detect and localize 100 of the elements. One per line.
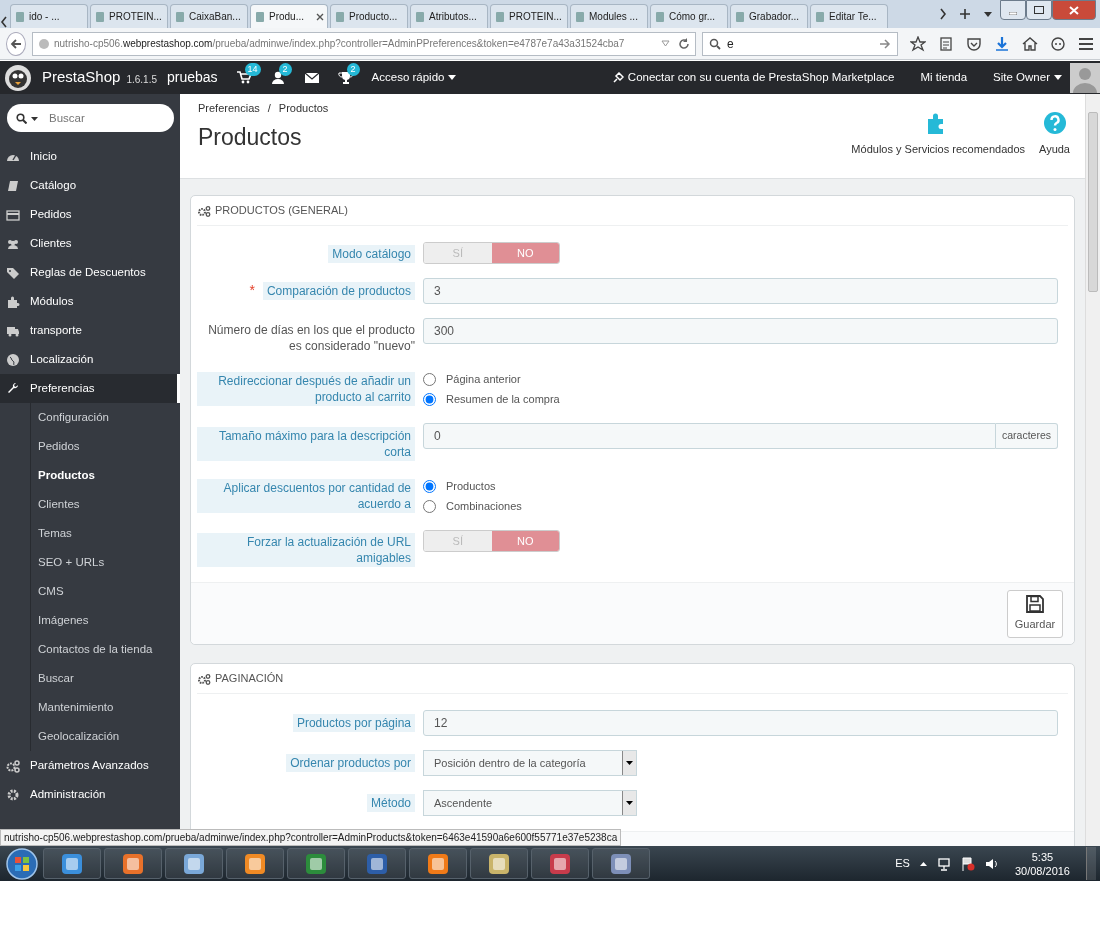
logo-icon[interactable] <box>4 63 32 92</box>
download-icon[interactable] <box>994 35 1010 52</box>
shop-link[interactable]: Mi tienda <box>920 68 968 87</box>
chevron-left-icon[interactable] <box>0 16 8 28</box>
text-field[interactable]: 300 <box>423 318 1058 344</box>
search-field[interactable]: Buscar <box>7 104 174 132</box>
start-button[interactable] <box>4 847 40 880</box>
radio-button[interactable] <box>423 372 436 386</box>
sidebar-item[interactable]: Catálogo <box>0 171 180 200</box>
toolbar-button[interactable]: Ayuda <box>1039 111 1070 178</box>
select-field[interactable]: Posición dentro de la categoría <box>423 750 637 776</box>
employee-menu[interactable]: Site Owner <box>993 68 1062 87</box>
network-icon[interactable] <box>936 856 951 871</box>
taskbar-app-button[interactable] <box>409 848 467 879</box>
sidebar-item[interactable]: Localización <box>0 345 180 374</box>
browser-tab[interactable]: PROTEIN... <box>490 4 568 28</box>
radio-button[interactable] <box>423 479 436 493</box>
taskbar-app-button[interactable] <box>165 848 223 879</box>
flag-icon[interactable] <box>960 856 975 871</box>
sidebar-item[interactable]: transporte <box>0 316 180 345</box>
submenu-item[interactable]: Clientes <box>31 490 180 519</box>
submenu-item[interactable]: CMS <box>31 577 180 606</box>
speaker-icon[interactable] <box>984 856 999 871</box>
back-button[interactable] <box>6 31 26 56</box>
taskbar-app-button[interactable] <box>43 848 101 879</box>
submenu-item[interactable]: Imágenes <box>31 606 180 635</box>
clock[interactable]: 5:35 30/08/2016 <box>1014 849 1070 878</box>
breadcrumb-link[interactable]: Preferencias <box>198 100 260 117</box>
radio-button[interactable] <box>423 392 436 406</box>
text-field[interactable]: 3 <box>423 278 1058 304</box>
toolbar-button[interactable]: Módulos y Servicios recomendados <box>851 111 1025 178</box>
taskbar-app-button[interactable] <box>531 848 589 879</box>
shop-name[interactable]: pruebas <box>167 67 218 88</box>
search-field[interactable]: e <box>702 31 898 56</box>
browser-tab[interactable]: Producto... <box>330 4 408 28</box>
taskbar-app-button[interactable] <box>470 848 528 879</box>
close-button[interactable] <box>1052 0 1096 20</box>
select-field[interactable]: Ascendente <box>423 790 637 816</box>
save-button[interactable]: Guardar <box>1007 589 1063 638</box>
browser-tab[interactable]: Grabador... <box>730 4 808 28</box>
radio-button[interactable] <box>423 499 436 513</box>
taskbar-app-button[interactable] <box>287 848 345 879</box>
marketplace-link[interactable]: Conectar con su cuenta de PrestaShop Marketplace <box>611 68 895 87</box>
scrollbar[interactable] <box>1085 94 1100 846</box>
quick-access-menu[interactable]: Acceso rápido <box>371 68 457 87</box>
browser-tab[interactable]: PROTEIN... <box>90 4 168 28</box>
language-indicator[interactable]: ES <box>895 855 910 872</box>
sidebar-item[interactable]: Módulos <box>0 287 180 316</box>
text-field[interactable]: 12 <box>423 710 1058 736</box>
submenu-item[interactable]: Buscar <box>31 664 180 693</box>
taskbar-app-button[interactable] <box>592 848 650 879</box>
home-icon[interactable] <box>1022 35 1038 52</box>
submenu-item[interactable]: Configuración <box>31 403 180 432</box>
sidebar-item[interactable]: Administración <box>0 780 180 809</box>
taskbar-app-button[interactable] <box>104 848 162 879</box>
pocket-icon[interactable] <box>966 35 982 52</box>
browser-tab[interactable]: Editar Te... <box>810 4 888 28</box>
chat-icon[interactable] <box>1050 35 1066 52</box>
browser-tab[interactable]: Atributos... <box>410 4 488 28</box>
menu-icon[interactable] <box>1078 35 1094 52</box>
submenu-item[interactable]: Temas <box>31 519 180 548</box>
plus-icon[interactable] <box>959 8 971 20</box>
search-scope-button[interactable] <box>16 113 38 124</box>
browser-tab[interactable]: Modules ... <box>570 4 648 28</box>
clipboard-icon[interactable] <box>938 35 954 52</box>
sidebar-item[interactable]: Inicio <box>0 142 180 171</box>
submenu-item[interactable]: Mantenimiento <box>31 693 180 722</box>
submenu-item[interactable]: Productos <box>31 461 180 490</box>
taskbar-app-button[interactable] <box>226 848 284 879</box>
address-field[interactable]: nutrisho-cp506.webprestashop.com/prueba/adminwe/index.php?controller=AdminPPreferences&token=e4787e7a43a31524cba7 <box>32 31 696 56</box>
star-icon[interactable] <box>910 35 926 52</box>
trophy-button[interactable] <box>337 70 354 87</box>
sidebar-item[interactable]: Reglas de Descuentos <box>0 258 180 287</box>
text-field[interactable]: 0 <box>423 423 996 449</box>
submenu-item[interactable]: Pedidos <box>31 432 180 461</box>
reload-icon[interactable] <box>678 37 690 50</box>
dropdown-icon[interactable] <box>661 40 670 47</box>
field-suffix: caracteres <box>995 423 1058 449</box>
taskbar-app-button[interactable] <box>348 848 406 879</box>
sidebar-item[interactable]: Pedidos <box>0 200 180 229</box>
caret-down-icon[interactable] <box>983 10 993 18</box>
browser-tab[interactable]: CaixaBan... <box>170 4 248 28</box>
browser-tab[interactable]: ido - ... <box>10 4 88 28</box>
breadcrumb-link[interactable]: Productos <box>278 100 329 117</box>
sidebar-item[interactable]: Clientes <box>0 229 180 258</box>
sidebar-item[interactable]: Parámetros Avanzados <box>0 751 180 780</box>
sidebar-item[interactable]: Preferencias <box>0 374 180 403</box>
avatar-icon[interactable] <box>1070 62 1100 93</box>
submenu-item[interactable]: SEO + URLs <box>31 548 180 577</box>
user-button[interactable] <box>269 70 286 87</box>
browser-tab[interactable]: Produ... <box>250 4 328 28</box>
maximize-button[interactable] <box>1026 0 1052 20</box>
brand-name[interactable]: PrestaShop <box>42 66 121 89</box>
submenu-item[interactable]: Contactos de la tienda <box>31 635 180 664</box>
chevron-right-icon[interactable] <box>939 8 947 20</box>
caret-up-icon[interactable] <box>919 861 927 866</box>
arrow-right-icon[interactable] <box>879 38 891 49</box>
browser-tab[interactable]: Cómo gr... <box>650 4 728 28</box>
close-icon[interactable] <box>316 12 324 21</box>
submenu-item[interactable]: Geolocalización <box>31 722 180 751</box>
